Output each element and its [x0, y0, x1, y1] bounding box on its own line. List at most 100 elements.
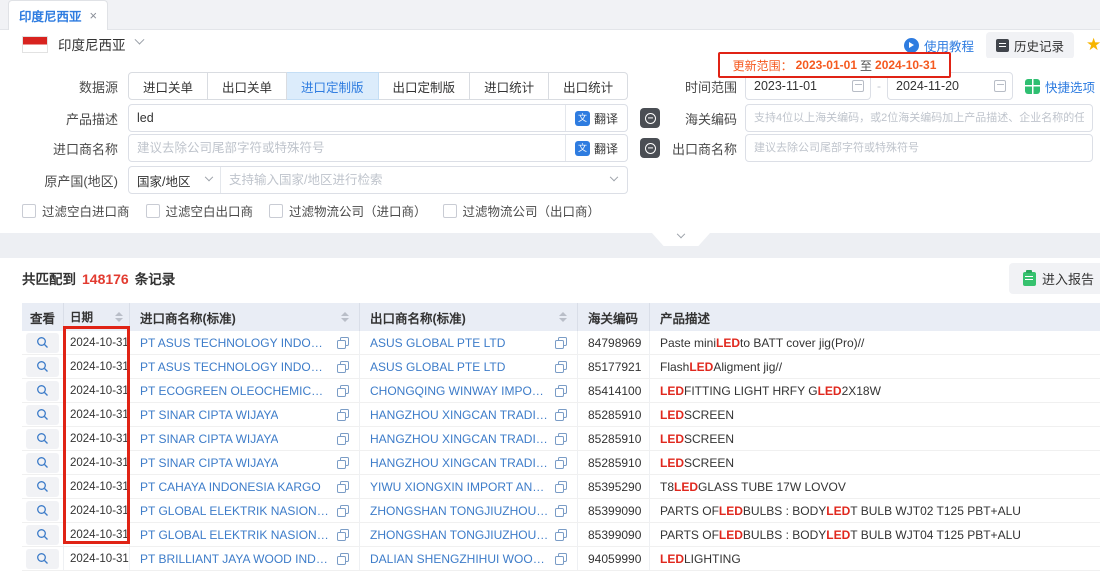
importer-link[interactable]: PT GLOBAL ELEKTRIK NASIONAL: [140, 528, 331, 542]
sort-asc-icon[interactable]: [559, 312, 567, 316]
exact-match-toggle[interactable]: [640, 138, 660, 158]
importer-link[interactable]: PT SINAR CIPTA WIJAYA: [140, 432, 278, 446]
translate-button[interactable]: 文 翻译: [565, 135, 627, 161]
exporter-link[interactable]: ZHONGSHAN TONGJIUZHOU INTERNA...: [370, 528, 549, 542]
copy-icon[interactable]: [555, 409, 567, 421]
copy-icon[interactable]: [337, 385, 349, 397]
customs-code-input[interactable]: [745, 104, 1093, 132]
exporter-input[interactable]: [745, 134, 1093, 162]
copy-icon[interactable]: [337, 553, 349, 565]
copy-icon[interactable]: [555, 505, 567, 517]
view-detail-button[interactable]: [26, 357, 59, 377]
sort-icon[interactable]: [115, 312, 123, 322]
checkbox-icon[interactable]: [269, 204, 283, 218]
sort-asc-icon[interactable]: [115, 312, 123, 316]
star-icon[interactable]: ★: [1086, 35, 1100, 55]
results-summary: 共匹配到 148176 条记录: [22, 268, 175, 288]
data-source-tab[interactable]: 出口统计: [549, 72, 628, 100]
origin-select[interactable]: 国家/地区: [129, 167, 221, 193]
exporter-link[interactable]: CHONGQING WINWAY IMPORT AND E...: [370, 384, 549, 398]
origin-search-input[interactable]: [221, 167, 611, 193]
column-header[interactable]: 出口商名称(标准): [360, 303, 578, 331]
exporter-link[interactable]: HANGZHOU XINGCAN TRADING CO LTD: [370, 432, 549, 446]
sort-desc-icon[interactable]: [559, 318, 567, 322]
data-source-tab[interactable]: 进口统计: [470, 72, 549, 100]
copy-icon[interactable]: [555, 457, 567, 469]
importer-link[interactable]: PT SINAR CIPTA WIJAYA: [140, 456, 278, 470]
checkbox-icon[interactable]: [146, 204, 160, 218]
importer-link[interactable]: PT GLOBAL ELEKTRIK NASIONAL: [140, 504, 331, 518]
checkbox-icon[interactable]: [443, 204, 457, 218]
close-icon[interactable]: ×: [90, 9, 98, 22]
translate-button[interactable]: 文 翻译: [565, 105, 627, 131]
sort-icon[interactable]: [559, 312, 567, 322]
importer-link[interactable]: PT ASUS TECHNOLOGY INDONESIA BA...: [140, 360, 331, 374]
quick-options-button[interactable]: 快捷选项: [1025, 77, 1095, 96]
data-source-tab[interactable]: 出口定制版: [379, 72, 471, 100]
sort-icon[interactable]: [341, 312, 349, 322]
importer-cell: PT CAHAYA INDONESIA KARGO: [130, 475, 360, 498]
copy-icon[interactable]: [337, 529, 349, 541]
tab-indonesia[interactable]: 印度尼西亚 ×: [8, 0, 108, 30]
exporter-link[interactable]: DALIAN SHENGZHIHUI WOOD INDUST...: [370, 552, 549, 566]
copy-icon[interactable]: [337, 337, 349, 349]
copy-icon[interactable]: [337, 361, 349, 373]
view-detail-button[interactable]: [26, 405, 59, 425]
exporter-label: 出口商名称: [665, 139, 745, 158]
chevron-down-icon[interactable]: [134, 35, 144, 45]
exporter-link[interactable]: YIWU XIONGXIN IMPORT AND EXPORT...: [370, 480, 549, 494]
checkbox-icon[interactable]: [22, 204, 36, 218]
exact-match-toggle[interactable]: [640, 108, 660, 128]
importer-link[interactable]: PT SINAR CIPTA WIJAYA: [140, 408, 278, 422]
copy-icon[interactable]: [555, 337, 567, 349]
importer-input[interactable]: [128, 134, 628, 162]
filter-checkbox[interactable]: 过滤空白出口商: [146, 201, 254, 220]
copy-icon[interactable]: [337, 409, 349, 421]
view-detail-button[interactable]: [26, 549, 59, 569]
importer-link[interactable]: PT CAHAYA INDONESIA KARGO: [140, 480, 321, 494]
product-desc-input[interactable]: [128, 104, 628, 132]
column-header[interactable]: 进口商名称(标准): [130, 303, 360, 331]
view-detail-button[interactable]: [26, 453, 59, 473]
copy-icon[interactable]: [555, 385, 567, 397]
copy-icon[interactable]: [337, 481, 349, 493]
enter-report-button[interactable]: 进入报告: [1009, 263, 1100, 294]
view-detail-button[interactable]: [26, 501, 59, 521]
copy-icon[interactable]: [555, 361, 567, 373]
sort-desc-icon[interactable]: [115, 318, 123, 322]
copy-icon[interactable]: [555, 553, 567, 565]
copy-icon[interactable]: [555, 481, 567, 493]
history-button[interactable]: 历史记录: [986, 32, 1074, 59]
view-detail-button[interactable]: [26, 477, 59, 497]
filter-checkbox[interactable]: 过滤物流公司（进口商）: [269, 201, 427, 220]
filter-checkbox[interactable]: 过滤空白进口商: [22, 201, 130, 220]
chevron-down-icon[interactable]: [610, 173, 618, 181]
exporter-link[interactable]: ZHONGSHAN TONGJIUZHOU INTERNA...: [370, 504, 549, 518]
sort-asc-icon[interactable]: [341, 312, 349, 316]
copy-icon[interactable]: [337, 433, 349, 445]
exporter-link[interactable]: HANGZHOU XINGCAN TRADING CO LTD: [370, 408, 549, 422]
exporter-link[interactable]: HANGZHOU XINGCAN TRADING CO LTD: [370, 456, 549, 470]
data-source-label: 数据源: [0, 77, 128, 96]
view-detail-button[interactable]: [26, 429, 59, 449]
importer-link[interactable]: PT ECOGREEN OLEOCHEMICALS: [140, 384, 331, 398]
exporter-link[interactable]: ASUS GLOBAL PTE LTD: [370, 360, 505, 374]
filter-checkbox[interactable]: 过滤物流公司（出口商）: [443, 201, 601, 220]
exporter-link[interactable]: ASUS GLOBAL PTE LTD: [370, 336, 505, 350]
copy-icon[interactable]: [337, 457, 349, 469]
copy-icon[interactable]: [555, 529, 567, 541]
data-source-tab[interactable]: 出口关单: [208, 72, 287, 100]
sort-desc-icon[interactable]: [341, 318, 349, 322]
led-highlight: LED: [660, 552, 684, 566]
data-source-tab[interactable]: 进口定制版: [287, 72, 379, 100]
column-header[interactable]: 日期: [64, 303, 130, 331]
view-detail-button[interactable]: [26, 381, 59, 401]
copy-icon[interactable]: [337, 505, 349, 517]
data-source-tab[interactable]: 进口关单: [128, 72, 208, 100]
view-detail-button[interactable]: [26, 525, 59, 545]
copy-icon[interactable]: [555, 433, 567, 445]
view-detail-button[interactable]: [26, 333, 59, 353]
led-highlight: LED: [826, 504, 850, 518]
importer-link[interactable]: PT BRILLIANT JAYA WOOD INDUSTRY: [140, 552, 331, 566]
importer-link[interactable]: PT ASUS TECHNOLOGY INDONESIA BA...: [140, 336, 331, 350]
